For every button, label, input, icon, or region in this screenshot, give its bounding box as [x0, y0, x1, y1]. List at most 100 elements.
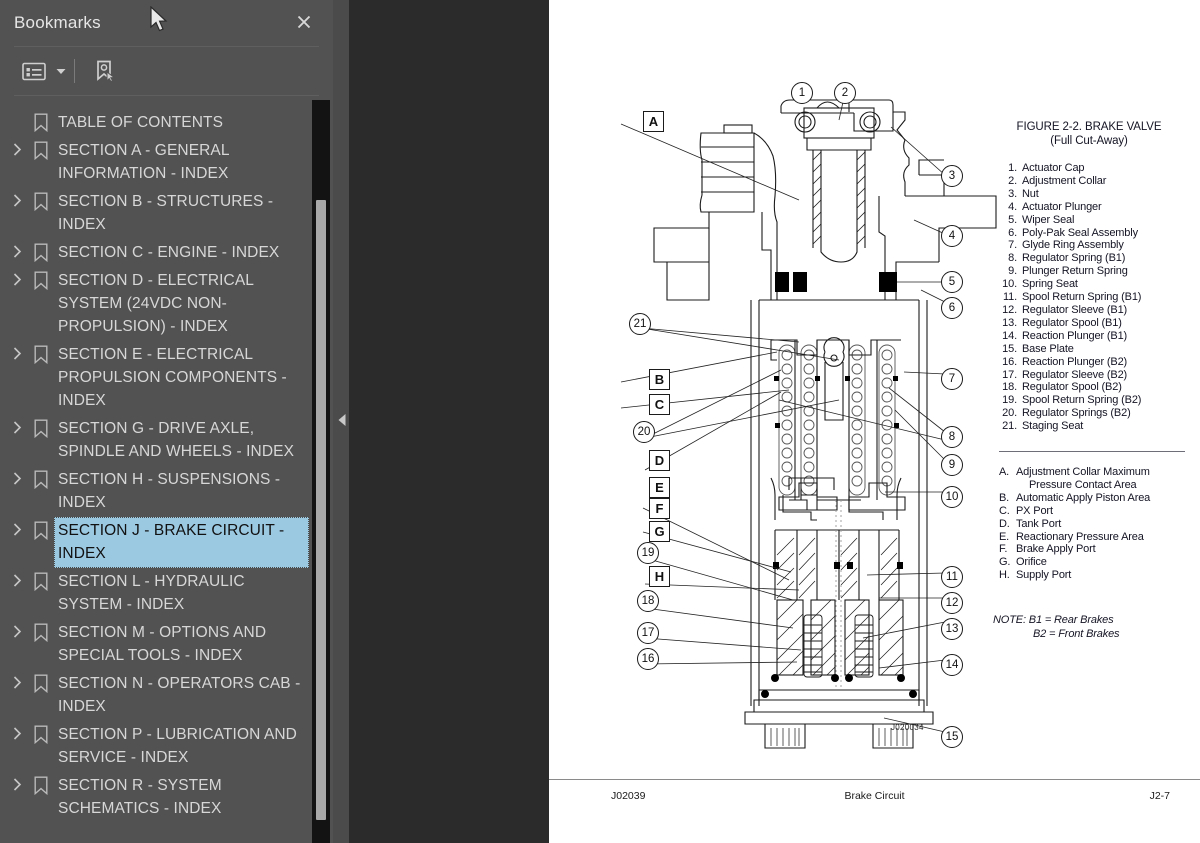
legend-part-number: 5.: [1008, 213, 1017, 226]
bookmark-options-caret[interactable]: [54, 54, 68, 88]
legend-part-label: Actuator Cap: [1022, 162, 1085, 174]
expand-toggle[interactable]: [6, 517, 28, 536]
expand-toggle[interactable]: [6, 239, 28, 258]
bookmark-item-0[interactable]: TABLE OF CONTENTS: [0, 109, 309, 137]
find-current-bookmark-button[interactable]: [85, 54, 125, 88]
figure-note-line2: B2 = Front Brakes: [1033, 627, 1120, 640]
legend-part-label: Base Plate: [1022, 342, 1074, 355]
bookmarks-toolbar: [0, 47, 333, 95]
bookmarks-tree-scroll-area[interactable]: TABLE OF CONTENTS SECTION A - GENERAL INF…: [0, 99, 333, 843]
legend-part-item: 11. Spool Return Spring (B1): [997, 291, 1189, 304]
legend-area-letter: G.: [999, 556, 1011, 569]
bookmark-item-13[interactable]: SECTION R - SYSTEM SCHEMATICS - INDEX: [0, 772, 309, 823]
legend-part-number: 17.: [1002, 368, 1017, 381]
expand-toggle[interactable]: [6, 137, 28, 156]
collapse-panel-button[interactable]: [336, 412, 348, 428]
bookmark-icon: [28, 466, 54, 489]
legend-part-label: Reaction Plunger (B2): [1022, 355, 1128, 368]
legend-part-number: 7.: [1008, 239, 1017, 252]
callout-14: 14: [941, 654, 963, 676]
legend-part-number: 15.: [1002, 342, 1017, 355]
callout-19: 19: [637, 542, 659, 564]
legend-part-number: 2.: [1008, 174, 1017, 187]
pdf-page: 1 2 3 4 5 6 7 8 9 10 11 12 13 14 15 16 1…: [549, 0, 1200, 843]
bookmark-label: TABLE OF CONTENTS: [58, 114, 224, 131]
bookmark-item-9[interactable]: SECTION L - HYDRAULIC SYSTEM - INDEX: [0, 568, 309, 619]
bookmark-item-4[interactable]: SECTION D - ELECTRICAL SYSTEM (24VDC NON…: [0, 267, 309, 341]
callout-E: E: [649, 477, 670, 498]
callout-C: C: [649, 394, 670, 415]
bookmark-label: SECTION J - BRAKE CIRCUIT - INDEX: [54, 517, 309, 568]
bookmark-item-3[interactable]: SECTION C - ENGINE - INDEX: [0, 239, 309, 267]
legend-area-letter: B.: [999, 491, 1010, 504]
legend-area-item: G. Orifice: [999, 556, 1189, 569]
legend-part-number: 19.: [1002, 394, 1017, 407]
legend-part-item: 8. Regulator Spring (B1): [997, 252, 1189, 265]
legend-part-number: 8.: [1008, 252, 1017, 265]
legend-area-label: Tank Port: [1016, 517, 1062, 530]
bookmark-item-11[interactable]: SECTION N - OPERATORS CAB - INDEX: [0, 670, 309, 721]
chevron-right-icon: [13, 625, 21, 638]
bookmark-options-button[interactable]: [14, 54, 54, 88]
bookmark-item-5[interactable]: SECTION E - ELECTRICAL PROPULSION COMPON…: [0, 341, 309, 415]
legend-part-number: 14.: [1002, 329, 1017, 342]
legend-part-label: Staging Seat: [1022, 420, 1084, 433]
chevron-right-icon: [13, 347, 21, 360]
legend-part-label: Poly-Pak Seal Assembly: [1022, 226, 1138, 239]
legend-part-label: Actuator Plunger: [1022, 200, 1102, 213]
expand-toggle[interactable]: [6, 670, 28, 689]
expand-toggle[interactable]: [6, 619, 28, 638]
legend-part-number: 1.: [1008, 162, 1017, 174]
expand-toggle[interactable]: [6, 341, 28, 360]
document-viewer[interactable]: 1 2 3 4 5 6 7 8 9 10 11 12 13 14 15 16 1…: [349, 0, 1200, 843]
bookmark-item-7[interactable]: SECTION H - SUSPENSIONS - INDEX: [0, 466, 309, 517]
close-icon: [297, 15, 311, 29]
bookmark-item-12[interactable]: SECTION P - LUBRICATION AND SERVICE - IN…: [0, 721, 309, 772]
legend-area-item: A. Adjustment Collar Maximum: [999, 466, 1189, 479]
expand-toggle[interactable]: [6, 415, 28, 434]
callout-B: B: [649, 369, 670, 390]
bookmark-item-1[interactable]: SECTION A - GENERAL INFORMATION - INDEX: [0, 137, 309, 188]
bookmark-icon-glyph: [34, 623, 48, 642]
callout-11: 11: [941, 566, 963, 588]
legend-part-label: Glyde Ring Assembly: [1022, 239, 1124, 252]
close-panel-button[interactable]: [287, 6, 321, 38]
legend-part-label: Regulator Springs (B2): [1022, 407, 1131, 420]
legend-area-letter: F.: [999, 543, 1008, 556]
bookmark-item-8[interactable]: SECTION J - BRAKE CIRCUIT - INDEX: [0, 517, 309, 568]
bookmark-item-2[interactable]: SECTION B - STRUCTURES - INDEX: [0, 188, 309, 239]
expand-toggle[interactable]: [6, 267, 28, 286]
legend-part-label: Nut: [1022, 187, 1039, 200]
legend-part-item: 14. Reaction Plunger (B1): [997, 330, 1189, 343]
panel-splitter[interactable]: [333, 0, 349, 843]
bookmark-icon: [28, 239, 54, 262]
expand-toggle[interactable]: [6, 466, 28, 485]
figure-subtitle: (Full Cut-Away): [1050, 135, 1128, 147]
figure-note: NOTE: B1 = Rear Brakes B2 = Front Brakes: [989, 614, 1189, 641]
expand-toggle[interactable]: [6, 188, 28, 207]
expand-toggle[interactable]: [6, 772, 28, 791]
legend-part-item: 2. Adjustment Collar: [997, 175, 1189, 188]
legend-area-item: F. Brake Apply Port: [999, 543, 1189, 556]
bookmark-icon: [28, 415, 54, 438]
expand-toggle[interactable]: [6, 568, 28, 587]
legend-part-number: 6.: [1008, 226, 1017, 239]
legend-part-label: Spring Seat: [1022, 278, 1078, 291]
sidebar-scrollbar-thumb[interactable]: [316, 200, 326, 820]
bookmark-icon-glyph: [34, 345, 48, 364]
legend-area-item: E. Reactionary Pressure Area: [999, 531, 1189, 544]
figure-title: FIGURE 2-2. BRAKE VALVE (Full Cut-Away): [989, 120, 1189, 148]
bookmark-item-10[interactable]: SECTION M - OPTIONS AND SPECIAL TOOLS - …: [0, 619, 309, 670]
bookmark-label: SECTION A - GENERAL INFORMATION - INDEX: [58, 142, 230, 182]
expand-toggle[interactable]: [6, 721, 28, 740]
bookmark-item-6[interactable]: SECTION G - DRIVE AXLE, SPINDLE AND WHEE…: [0, 415, 309, 466]
bookmark-icon: [28, 267, 54, 290]
footer-rule: [549, 779, 1200, 780]
bookmark-label: SECTION L - HYDRAULIC SYSTEM - INDEX: [58, 573, 245, 613]
bookmark-icon-glyph: [34, 141, 48, 160]
bookmark-label: SECTION H - SUSPENSIONS - INDEX: [58, 471, 281, 511]
legend-area-letter: E.: [999, 530, 1010, 543]
legend-area-item: B. Automatic Apply Piston Area: [999, 492, 1189, 505]
legend-part-label: Spool Return Spring (B2): [1022, 394, 1142, 407]
list-options-icon: [22, 62, 46, 80]
